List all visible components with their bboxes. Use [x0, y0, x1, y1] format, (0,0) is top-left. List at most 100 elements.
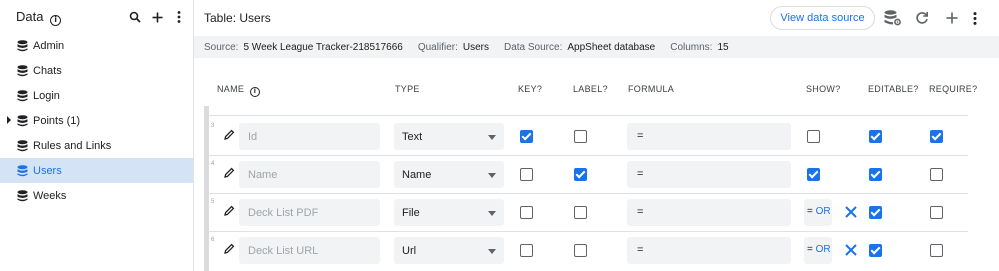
source-value: 5 Week League Tracker-218517666 [243, 41, 403, 53]
formula-input[interactable]: = [627, 199, 791, 226]
sidebar-item-login[interactable]: Login [0, 83, 193, 108]
refresh-icon[interactable] [913, 9, 931, 27]
column-header-require: REQUIRE? [929, 84, 978, 94]
view-data-source-button[interactable]: View data source [770, 6, 875, 30]
edit-pencil-icon[interactable] [223, 243, 235, 255]
sidebar-item-label: Rules and Links [33, 139, 112, 152]
key-checkbox[interactable] [520, 206, 533, 219]
column-row: 5 Deck List PDF File = = OR [208, 193, 968, 232]
row-number: 3 [211, 123, 215, 129]
sidebar-item-users[interactable]: Users [0, 158, 193, 183]
column-type-select[interactable]: Name [394, 161, 504, 188]
label-checkbox[interactable] [574, 130, 587, 143]
database-settings-icon[interactable] [884, 9, 902, 27]
sidebar-item-admin[interactable]: Admin [0, 33, 193, 58]
column-header-type: TYPE [395, 84, 420, 94]
require-checkbox[interactable] [930, 244, 943, 257]
data-sidebar: Data i Admin Chats Login Points (1) Rule… [0, 0, 194, 271]
show-formula-value: OR [815, 244, 831, 255]
add-icon[interactable] [150, 8, 164, 26]
key-checkbox[interactable] [520, 168, 533, 181]
qualifier-label: Qualifier: [417, 41, 458, 53]
clear-formula-icon[interactable] [844, 205, 858, 219]
editable-checkbox[interactable] [869, 168, 882, 181]
table-info-bar: Source: 5 Week League Tracker-218517666 … [194, 36, 999, 58]
editable-checkbox[interactable] [869, 130, 882, 143]
more-vert-icon[interactable] [172, 8, 186, 26]
database-icon [17, 139, 28, 151]
label-checkbox[interactable] [574, 206, 587, 219]
main-header: Table: Users View data source [194, 0, 999, 36]
show-checkbox[interactable] [807, 168, 820, 181]
row-number: 6 [211, 237, 215, 243]
column-name-input[interactable]: Id [239, 123, 380, 150]
editable-checkbox[interactable] [869, 244, 882, 257]
sidebar-header: Data i [0, 0, 194, 34]
app-root: Data i Admin Chats Login Points (1) Rule… [0, 0, 999, 271]
sidebar-item-rules-and-links[interactable]: Rules and Links [0, 133, 193, 158]
sidebar-tools [128, 8, 186, 26]
sidebar-item-label: Points (1) [33, 114, 81, 127]
sidebar-title-wrap: Data i [16, 9, 62, 26]
column-type-select[interactable]: Url [394, 237, 504, 264]
column-type-value: Name [402, 169, 432, 181]
require-checkbox[interactable] [930, 168, 943, 181]
column-name-input[interactable]: Deck List PDF [239, 199, 380, 226]
sidebar-item-weeks[interactable]: Weeks [0, 183, 193, 208]
show-formula-value: OR [815, 206, 831, 217]
column-header-key: KEY? [518, 84, 543, 94]
column-type-value: Text [402, 131, 423, 143]
require-checkbox[interactable] [930, 130, 943, 143]
datasource-value: AppSheet database [567, 41, 656, 53]
key-checkbox[interactable] [520, 130, 533, 143]
require-checkbox[interactable] [930, 206, 943, 219]
column-row: 3 Id Text = [208, 117, 968, 156]
label-checkbox[interactable] [574, 244, 587, 257]
add-icon[interactable] [943, 9, 961, 27]
formula-input[interactable]: = [627, 237, 791, 264]
column-header-formula: FORMULA [628, 84, 675, 94]
show-formula-input[interactable]: = OR [804, 237, 832, 264]
clear-formula-icon[interactable] [844, 243, 858, 257]
column-type-select[interactable]: File [394, 199, 504, 226]
database-icon [17, 189, 28, 201]
search-icon[interactable] [128, 8, 142, 26]
column-type-value: File [402, 207, 420, 219]
key-checkbox[interactable] [520, 244, 533, 257]
formula-input[interactable]: = [627, 161, 791, 188]
sidebar-item-chats[interactable]: Chats [0, 58, 193, 83]
formula-input[interactable]: = [627, 123, 791, 150]
show-checkbox[interactable] [807, 130, 820, 143]
qualifier-value: Users [462, 41, 489, 53]
database-icon [17, 39, 28, 51]
database-icon [17, 114, 28, 126]
info-icon[interactable]: i [250, 87, 261, 97]
show-formula-input[interactable]: = OR [804, 199, 832, 226]
more-vert-icon[interactable] [966, 9, 984, 27]
datasource-label: Data Source: [503, 41, 563, 53]
edit-pencil-icon[interactable] [223, 129, 235, 141]
database-icon [17, 164, 28, 176]
partial-row [208, 106, 968, 116]
editable-checkbox[interactable] [869, 206, 882, 219]
edit-pencil-icon[interactable] [223, 205, 235, 217]
sidebar-item-label: Admin [33, 39, 65, 52]
sidebar-item-points[interactable]: Points (1) [0, 108, 193, 133]
source-label: Source: [204, 41, 239, 53]
info-icon[interactable]: i [50, 15, 62, 26]
sidebar-item-label: Users [33, 164, 62, 177]
page-title: Table: Users [204, 11, 271, 25]
column-name-input[interactable]: Deck List URL [239, 237, 380, 264]
sidebar-title: Data [16, 9, 44, 24]
column-type-select[interactable]: Text [394, 123, 504, 150]
edit-pencil-icon[interactable] [223, 167, 235, 179]
database-icon [17, 64, 28, 76]
column-row: 6 Deck List URL Url = = OR [208, 231, 968, 270]
column-name-input[interactable]: Name [239, 161, 380, 188]
expand-caret-icon[interactable] [7, 116, 11, 124]
label-checkbox[interactable] [574, 168, 587, 181]
dropdown-arrow-icon [488, 211, 496, 216]
columns-count: 15 [717, 41, 729, 53]
column-header-name: NAME i [217, 84, 261, 97]
column-header-name-label: NAME [217, 84, 245, 94]
